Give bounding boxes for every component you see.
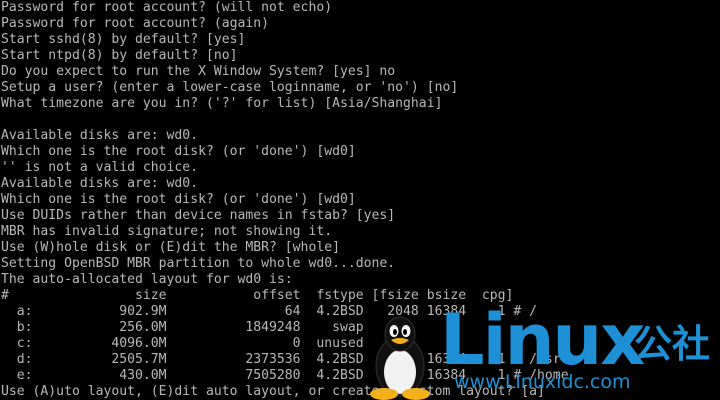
console-line: Setup a user? (enter a lower-case loginn… <box>1 80 459 95</box>
console-line: Use (W)hole disk or (E)dit the MBR? [who… <box>1 240 340 255</box>
console-line: The auto-allocated layout for wd0 is: <box>1 272 293 287</box>
console-line: Use DUIDs rather than device names in fs… <box>1 208 396 223</box>
console-line: b: 256.0M 1849248 swap <box>1 320 364 335</box>
terminal-console[interactable]: Password for root account? (will not ech… <box>0 0 720 400</box>
console-line: What timezone are you in? ('?' for list)… <box>1 96 443 111</box>
console-line: '' is not a valid choice. <box>1 160 199 175</box>
console-line: Do you expect to run the X Window System… <box>1 64 396 79</box>
console-line: Which one is the root disk? (or 'done') … <box>1 192 356 207</box>
console-line: Setting OpenBSD MBR partition to whole w… <box>1 256 396 271</box>
watermark-brand: Linux <box>440 299 645 381</box>
console-line: Password for root account? (will not ech… <box>1 0 333 15</box>
console-line: Start ntpd(8) by default? [no] <box>1 48 238 63</box>
watermark-url: www.Linuxidc.com <box>454 371 631 393</box>
console-line: Available disks are: wd0. <box>1 176 199 191</box>
watermark-brand-cn: 公社 <box>634 322 711 366</box>
tux-penguin-icon <box>370 316 430 400</box>
console-line: c: 4096.0M 0 unused <box>1 336 364 351</box>
console-line: # size offset fstype [fsize bsize cpg] <box>1 288 514 303</box>
console-line: Password for root account? (again) <box>1 16 270 31</box>
console-line: MBR has invalid signature; not showing i… <box>1 224 333 239</box>
site-watermark: Linux 公社 www.Linuxidc.com <box>362 300 720 400</box>
console-line: Available disks are: wd0. <box>1 128 199 143</box>
console-line: Start sshd(8) by default? [yes] <box>1 32 246 47</box>
console-line: Which one is the root disk? (or 'done') … <box>1 144 356 159</box>
